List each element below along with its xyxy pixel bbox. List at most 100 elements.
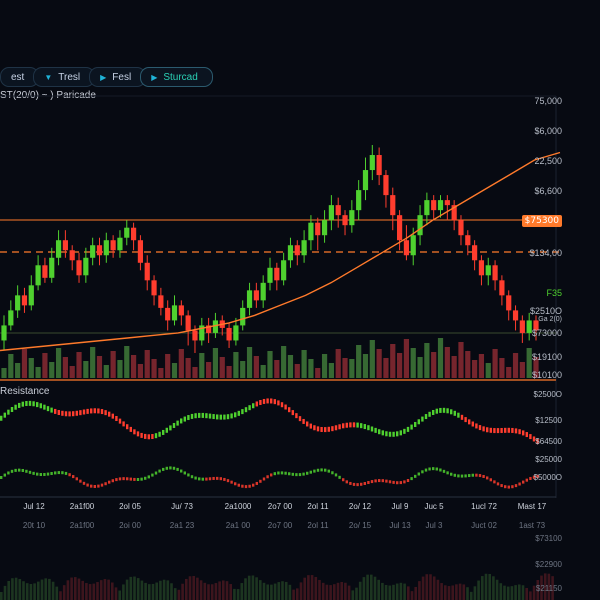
volume-bar	[28, 358, 34, 378]
signal-mark	[75, 477, 78, 481]
indicator-mark	[46, 406, 50, 412]
lower-reflection-bar	[321, 582, 325, 600]
lower-reflection-bar	[277, 582, 281, 600]
lower-reflection-bar	[514, 585, 517, 600]
lower-reflection-bar	[488, 573, 491, 600]
lower-reflection-bar	[159, 580, 162, 600]
indicator-mark	[14, 404, 17, 410]
indicator-mark	[478, 425, 482, 431]
x2-tick-7: 2o/ 15	[348, 521, 372, 530]
signal-mark	[208, 477, 212, 481]
candle-body	[301, 240, 307, 256]
lower-reflection-bar	[466, 587, 469, 600]
signal-mark	[39, 473, 42, 477]
indicator-mark	[122, 421, 125, 427]
indicator-mark	[25, 400, 28, 406]
candle-body	[287, 245, 294, 261]
indicator-mark	[313, 425, 316, 431]
signal-mark	[248, 484, 251, 488]
lower-reflection-bar	[70, 577, 73, 600]
candle-body	[21, 295, 28, 306]
candle-body	[437, 200, 444, 211]
lower-reflection-bar	[403, 583, 406, 600]
indicator-mark	[270, 398, 273, 404]
signal-mark	[349, 481, 352, 485]
signal-mark	[424, 468, 428, 472]
signal-mark	[486, 476, 489, 480]
volume-bar	[465, 351, 471, 378]
indicator-mark	[262, 398, 266, 404]
lower-reflection-bar	[251, 575, 255, 600]
volume-bar	[321, 354, 328, 378]
volume-bar	[110, 351, 116, 378]
candle-body	[62, 240, 68, 251]
lower-reflection-bar	[166, 580, 170, 600]
candle-body	[151, 280, 157, 296]
x-tick-9: Juc 5	[424, 502, 444, 511]
lower-reflection-bar	[170, 583, 173, 600]
candle-body	[124, 227, 130, 238]
indicator-mark	[309, 423, 312, 429]
x2-tick-0: 20t 10	[22, 521, 46, 530]
lower-reflection-bar	[481, 576, 484, 600]
indicator-mark	[514, 428, 518, 434]
indicator-mark	[493, 428, 496, 434]
indicator-mark	[424, 414, 428, 420]
candle-body	[499, 280, 505, 296]
lower-reflection-bar	[66, 580, 70, 600]
volume-bar	[431, 352, 437, 378]
volume-bar	[76, 352, 82, 378]
lower-reflection-bar	[366, 574, 369, 600]
lower-reflection-bar	[229, 584, 232, 600]
lower-reflection-bar	[447, 586, 451, 600]
indicator-mark	[169, 425, 172, 431]
lower-reflection-bar	[377, 579, 380, 600]
indicator-mark	[32, 401, 35, 407]
volume-bar	[83, 361, 89, 378]
lower-reflection-bar	[307, 575, 310, 600]
indicator-mark	[410, 424, 413, 430]
signal-mark	[61, 471, 64, 475]
volume-bar	[315, 368, 321, 378]
volume-bar	[444, 347, 450, 378]
lower-reflection-bar	[74, 577, 77, 600]
lower-reflection-bar	[288, 584, 292, 600]
signal-mark	[3, 473, 6, 477]
candle-body	[42, 265, 48, 278]
signal-mark	[165, 466, 168, 470]
x-tick-4: 2a1000	[224, 502, 252, 511]
price-tick-9: $19100	[531, 352, 562, 362]
indicator-mark	[453, 410, 456, 416]
volume-bar	[281, 346, 287, 378]
lower-reflection-bar	[521, 585, 525, 600]
signal-mark	[320, 468, 323, 472]
lower-reflection-bar	[225, 581, 229, 600]
signal-mark	[352, 482, 356, 486]
volume-bar	[260, 365, 266, 378]
indicator-tick-3: $25000	[535, 455, 562, 464]
signal-mark	[136, 478, 140, 482]
volume-bar	[369, 340, 375, 378]
lower-reflection-bar	[510, 586, 514, 600]
indicator-tick-2: $64500	[535, 437, 562, 446]
indicator-mark	[255, 401, 258, 407]
candle-body	[417, 215, 423, 236]
signal-mark	[403, 480, 406, 484]
indicator-mark	[100, 409, 104, 415]
lower-tick-1: $22900	[535, 560, 562, 569]
signal-mark	[450, 472, 453, 476]
indicator-mark	[36, 402, 39, 408]
lower-reflection-bar	[118, 590, 121, 600]
signal-mark	[507, 485, 510, 489]
signal-mark	[104, 482, 107, 486]
indicator-mark	[183, 416, 186, 422]
signal-mark	[198, 477, 201, 481]
signal-mark	[82, 481, 86, 485]
indicator-mark	[302, 418, 305, 424]
signal-mark	[122, 477, 125, 481]
signal-mark	[57, 471, 60, 475]
signal-mark	[464, 474, 467, 478]
indicator-mark	[172, 422, 176, 428]
x2-tick-8: Jul 13	[389, 521, 411, 530]
indicator-mark	[349, 422, 352, 428]
